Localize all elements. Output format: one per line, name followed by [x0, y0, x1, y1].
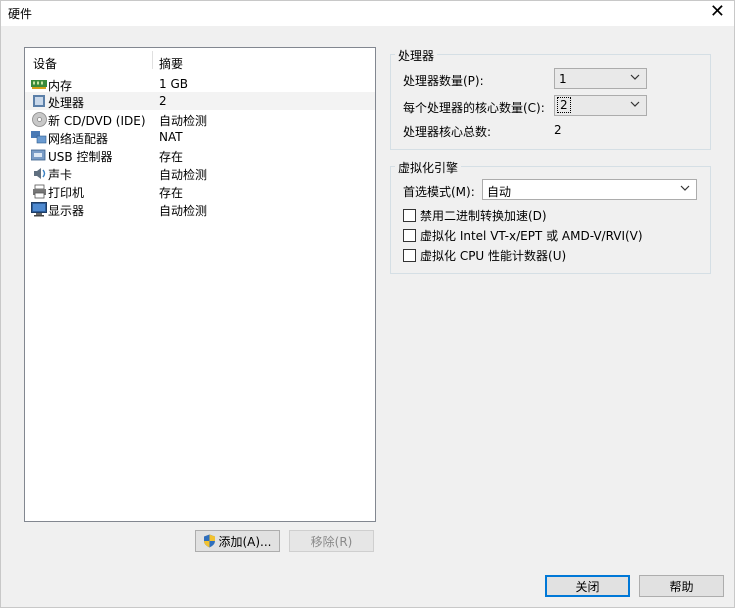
cd-dvd-icon: [31, 111, 47, 127]
virtualize-vtx-checkbox[interactable]: 虚拟化 Intel VT-x/EPT 或 AMD-V/RVI(V): [403, 227, 643, 244]
virtualization-group-title: 虚拟化引擎: [395, 159, 462, 176]
column-header-summary[interactable]: 摘要: [159, 55, 183, 72]
chevron-down-icon: [680, 185, 690, 191]
device-list[interactable]: 设备 摘要 内存 1 GB 处理器 2 新 CD/DVD (IDE) 自动检测 …: [24, 47, 376, 522]
device-name: 声卡: [48, 168, 73, 182]
device-summary: 存在: [159, 186, 184, 200]
checkbox-label: 禁用二进制转换加速(D): [420, 209, 547, 223]
help-button[interactable]: 帮助: [639, 575, 724, 597]
list-item[interactable]: 新 CD/DVD (IDE) 自动检测: [25, 110, 375, 128]
checkbox-box[interactable]: [403, 229, 416, 242]
device-name: 显示器: [48, 204, 85, 218]
cores-per-processor-select[interactable]: 2: [554, 95, 647, 116]
close-icon[interactable]: ✕: [710, 2, 725, 22]
preferred-mode-value: 自动: [487, 185, 512, 199]
column-header-device[interactable]: 设备: [33, 55, 57, 72]
memory-icon: [31, 76, 47, 92]
chevron-down-icon: [630, 74, 640, 80]
device-name: 打印机: [48, 186, 85, 200]
printer-icon: [31, 183, 47, 199]
checkbox-label: 虚拟化 Intel VT-x/EPT 或 AMD-V/RVI(V): [420, 229, 643, 243]
device-summary: 1 GB: [159, 77, 188, 91]
device-summary: 自动检测: [159, 168, 208, 182]
add-button[interactable]: 添加(A)...: [195, 530, 280, 552]
preferred-mode-label: 首选模式(M):: [403, 185, 475, 199]
processor-count-value: 1: [559, 72, 567, 86]
total-cores-value: 2: [554, 123, 562, 137]
cpu-icon: [31, 93, 47, 109]
cores-per-processor-value: 2: [557, 97, 571, 113]
close-button[interactable]: 关闭: [545, 575, 630, 597]
shield-icon: [203, 534, 216, 548]
add-button-label: 添加(A)...: [218, 534, 272, 549]
checkbox-box[interactable]: [403, 249, 416, 262]
list-header: 设备 摘要: [25, 48, 375, 72]
disable-binary-translation-checkbox[interactable]: 禁用二进制转换加速(D): [403, 207, 547, 224]
device-summary: 自动检测: [159, 114, 208, 128]
total-cores-label: 处理器核心总数:: [403, 125, 492, 139]
list-item[interactable]: 显示器 自动检测: [25, 200, 375, 218]
virtualize-cpu-counters-checkbox[interactable]: 虚拟化 CPU 性能计数器(U): [403, 247, 566, 264]
list-item[interactable]: 网络适配器 NAT: [25, 128, 375, 146]
display-icon: [31, 201, 47, 217]
title-bar: 硬件 ✕: [0, 0, 735, 26]
help-button-label: 帮助: [669, 579, 694, 594]
processor-count-label: 处理器数量(P):: [403, 74, 484, 88]
list-item[interactable]: 声卡 自动检测: [25, 164, 375, 182]
list-item[interactable]: 内存 1 GB: [25, 75, 375, 93]
device-name: 网络适配器: [48, 132, 109, 146]
remove-button-label: 移除(R): [310, 534, 353, 549]
usb-icon: [31, 147, 47, 163]
remove-button[interactable]: 移除(R): [289, 530, 374, 552]
cores-per-processor-label: 每个处理器的核心数量(C):: [403, 101, 545, 115]
close-button-label: 关闭: [575, 579, 600, 594]
list-item[interactable]: USB 控制器 存在: [25, 146, 375, 164]
processor-count-select[interactable]: 1: [554, 68, 647, 89]
network-icon: [31, 129, 47, 145]
list-item[interactable]: 处理器 2: [25, 92, 375, 110]
checkbox-box[interactable]: [403, 209, 416, 222]
processor-group-title: 处理器: [395, 47, 438, 64]
device-summary: NAT: [159, 130, 183, 144]
checkbox-label: 虚拟化 CPU 性能计数器(U): [420, 249, 567, 263]
device-name: 新 CD/DVD (IDE): [48, 114, 146, 128]
column-separator[interactable]: [152, 51, 153, 69]
window-title: 硬件: [8, 7, 33, 21]
device-summary: 2: [159, 94, 167, 108]
device-summary: 存在: [159, 150, 184, 164]
sound-icon: [31, 165, 47, 181]
list-item[interactable]: 打印机 存在: [25, 182, 375, 200]
device-summary: 自动检测: [159, 204, 208, 218]
preferred-mode-select[interactable]: 自动: [482, 179, 697, 200]
chevron-down-icon: [630, 101, 640, 107]
device-name: USB 控制器: [48, 150, 113, 164]
device-name: 处理器: [48, 96, 85, 110]
